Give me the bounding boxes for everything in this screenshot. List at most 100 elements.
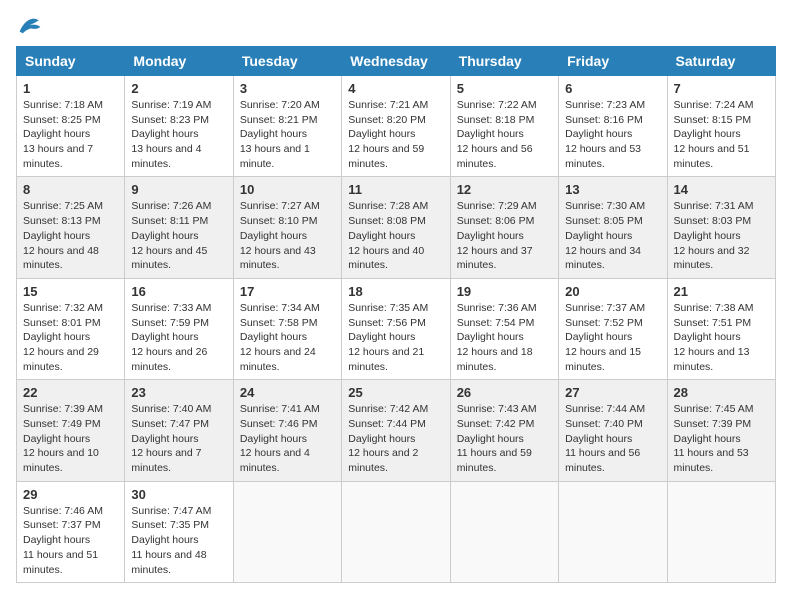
daylight-value: 12 hours and 40 minutes. — [348, 245, 424, 272]
calendar-week-row: 1 Sunrise: 7:18 AM Sunset: 8:25 PM Dayli… — [17, 76, 776, 177]
day-number: 7 — [674, 81, 769, 96]
day-info: Sunrise: 7:37 AM Sunset: 7:52 PM Dayligh… — [565, 301, 660, 374]
calendar-day-cell — [559, 481, 667, 582]
column-header-saturday: Saturday — [667, 47, 775, 76]
daylight-label: Daylight hours — [23, 331, 90, 343]
daylight-value: 12 hours and 24 minutes. — [240, 346, 316, 373]
calendar-day-cell: 10 Sunrise: 7:27 AM Sunset: 8:10 PM Dayl… — [233, 177, 341, 278]
daylight-value: 12 hours and 45 minutes. — [131, 245, 207, 272]
daylight-value: 12 hours and 43 minutes. — [240, 245, 316, 272]
calendar-week-row: 15 Sunrise: 7:32 AM Sunset: 8:01 PM Dayl… — [17, 278, 776, 379]
daylight-value: 12 hours and 29 minutes. — [23, 346, 99, 373]
day-info: Sunrise: 7:20 AM Sunset: 8:21 PM Dayligh… — [240, 98, 335, 171]
daylight-value: 12 hours and 37 minutes. — [457, 245, 533, 272]
sunset-label: Sunset: 7:37 PM — [23, 519, 101, 531]
daylight-label: Daylight hours — [240, 128, 307, 140]
calendar-day-cell: 6 Sunrise: 7:23 AM Sunset: 8:16 PM Dayli… — [559, 76, 667, 177]
day-info: Sunrise: 7:25 AM Sunset: 8:13 PM Dayligh… — [23, 199, 118, 272]
calendar-day-cell: 17 Sunrise: 7:34 AM Sunset: 7:58 PM Dayl… — [233, 278, 341, 379]
sunset-label: Sunset: 8:03 PM — [674, 215, 752, 227]
sunrise-label: Sunrise: 7:40 AM — [131, 403, 211, 415]
day-info: Sunrise: 7:40 AM Sunset: 7:47 PM Dayligh… — [131, 402, 226, 475]
day-number: 15 — [23, 284, 118, 299]
day-number: 30 — [131, 487, 226, 502]
day-info: Sunrise: 7:43 AM Sunset: 7:42 PM Dayligh… — [457, 402, 552, 475]
daylight-value: 12 hours and 32 minutes. — [674, 245, 750, 272]
sunrise-label: Sunrise: 7:22 AM — [457, 99, 537, 111]
day-number: 26 — [457, 385, 552, 400]
daylight-value: 13 hours and 7 minutes. — [23, 143, 93, 170]
sunrise-label: Sunrise: 7:25 AM — [23, 200, 103, 212]
sunset-label: Sunset: 7:46 PM — [240, 418, 318, 430]
day-number: 23 — [131, 385, 226, 400]
day-info: Sunrise: 7:18 AM Sunset: 8:25 PM Dayligh… — [23, 98, 118, 171]
day-info: Sunrise: 7:23 AM Sunset: 8:16 PM Dayligh… — [565, 98, 660, 171]
calendar-day-cell: 28 Sunrise: 7:45 AM Sunset: 7:39 PM Dayl… — [667, 380, 775, 481]
daylight-label: Daylight hours — [674, 433, 741, 445]
day-info: Sunrise: 7:46 AM Sunset: 7:37 PM Dayligh… — [23, 504, 118, 577]
daylight-value: 11 hours and 53 minutes. — [674, 447, 749, 474]
sunrise-label: Sunrise: 7:26 AM — [131, 200, 211, 212]
daylight-label: Daylight hours — [674, 230, 741, 242]
calendar-day-cell: 29 Sunrise: 7:46 AM Sunset: 7:37 PM Dayl… — [17, 481, 125, 582]
daylight-label: Daylight hours — [131, 128, 198, 140]
daylight-value: 12 hours and 4 minutes. — [240, 447, 310, 474]
sunrise-label: Sunrise: 7:19 AM — [131, 99, 211, 111]
day-number: 20 — [565, 284, 660, 299]
day-number: 16 — [131, 284, 226, 299]
day-info: Sunrise: 7:28 AM Sunset: 8:08 PM Dayligh… — [348, 199, 443, 272]
daylight-label: Daylight hours — [457, 230, 524, 242]
sunset-label: Sunset: 8:05 PM — [565, 215, 643, 227]
calendar-day-cell — [342, 481, 450, 582]
daylight-label: Daylight hours — [23, 433, 90, 445]
sunset-label: Sunset: 8:21 PM — [240, 114, 318, 126]
daylight-label: Daylight hours — [457, 331, 524, 343]
sunrise-label: Sunrise: 7:41 AM — [240, 403, 320, 415]
daylight-value: 12 hours and 2 minutes. — [348, 447, 418, 474]
daylight-label: Daylight hours — [565, 331, 632, 343]
calendar-day-cell: 18 Sunrise: 7:35 AM Sunset: 7:56 PM Dayl… — [342, 278, 450, 379]
sunset-label: Sunset: 7:54 PM — [457, 317, 535, 329]
daylight-value: 13 hours and 1 minute. — [240, 143, 310, 170]
day-info: Sunrise: 7:31 AM Sunset: 8:03 PM Dayligh… — [674, 199, 769, 272]
calendar-header-row: SundayMondayTuesdayWednesdayThursdayFrid… — [17, 47, 776, 76]
day-info: Sunrise: 7:19 AM Sunset: 8:23 PM Dayligh… — [131, 98, 226, 171]
sunset-label: Sunset: 7:39 PM — [674, 418, 752, 430]
day-number: 2 — [131, 81, 226, 96]
sunrise-label: Sunrise: 7:28 AM — [348, 200, 428, 212]
sunrise-label: Sunrise: 7:33 AM — [131, 302, 211, 314]
calendar-week-row: 8 Sunrise: 7:25 AM Sunset: 8:13 PM Dayli… — [17, 177, 776, 278]
calendar-day-cell — [667, 481, 775, 582]
calendar-day-cell: 23 Sunrise: 7:40 AM Sunset: 7:47 PM Dayl… — [125, 380, 233, 481]
daylight-label: Daylight hours — [240, 433, 307, 445]
calendar-day-cell: 21 Sunrise: 7:38 AM Sunset: 7:51 PM Dayl… — [667, 278, 775, 379]
day-number: 12 — [457, 182, 552, 197]
sunrise-label: Sunrise: 7:44 AM — [565, 403, 645, 415]
sunrise-label: Sunrise: 7:24 AM — [674, 99, 754, 111]
column-header-friday: Friday — [559, 47, 667, 76]
sunrise-label: Sunrise: 7:46 AM — [23, 505, 103, 517]
sunrise-label: Sunrise: 7:29 AM — [457, 200, 537, 212]
page-header — [16, 16, 776, 36]
sunrise-label: Sunrise: 7:30 AM — [565, 200, 645, 212]
sunset-label: Sunset: 8:11 PM — [131, 215, 208, 227]
calendar-day-cell: 15 Sunrise: 7:32 AM Sunset: 8:01 PM Dayl… — [17, 278, 125, 379]
daylight-label: Daylight hours — [674, 128, 741, 140]
daylight-label: Daylight hours — [348, 433, 415, 445]
calendar-day-cell: 5 Sunrise: 7:22 AM Sunset: 8:18 PM Dayli… — [450, 76, 558, 177]
sunrise-label: Sunrise: 7:37 AM — [565, 302, 645, 314]
day-number: 13 — [565, 182, 660, 197]
day-number: 5 — [457, 81, 552, 96]
day-info: Sunrise: 7:36 AM Sunset: 7:54 PM Dayligh… — [457, 301, 552, 374]
daylight-label: Daylight hours — [23, 128, 90, 140]
day-info: Sunrise: 7:27 AM Sunset: 8:10 PM Dayligh… — [240, 199, 335, 272]
day-info: Sunrise: 7:34 AM Sunset: 7:58 PM Dayligh… — [240, 301, 335, 374]
day-number: 8 — [23, 182, 118, 197]
day-info: Sunrise: 7:29 AM Sunset: 8:06 PM Dayligh… — [457, 199, 552, 272]
calendar-day-cell — [233, 481, 341, 582]
sunset-label: Sunset: 8:23 PM — [131, 114, 209, 126]
day-number: 28 — [674, 385, 769, 400]
daylight-label: Daylight hours — [457, 433, 524, 445]
sunrise-label: Sunrise: 7:27 AM — [240, 200, 320, 212]
daylight-value: 12 hours and 51 minutes. — [674, 143, 750, 170]
